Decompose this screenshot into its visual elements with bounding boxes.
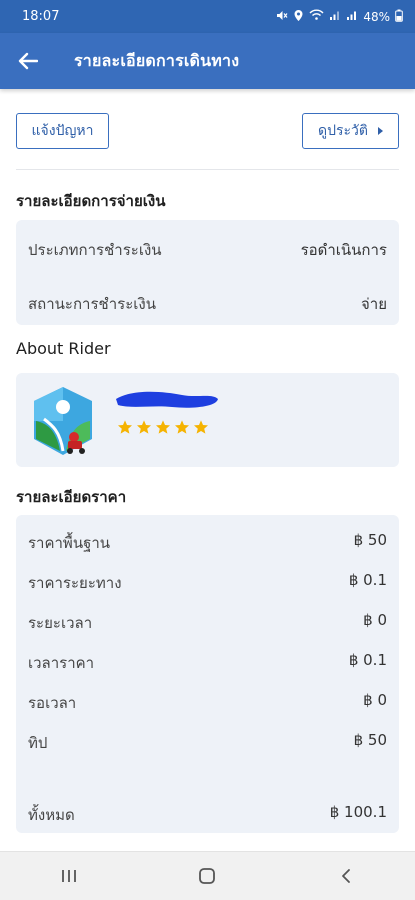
star-icon: [175, 420, 189, 434]
trip-details-content[interactable]: แจ้งปัญหา ดูประวัติ รายละเอียดการจ่ายเงิ…: [0, 89, 415, 851]
report-problem-label: แจ้งปัญหา: [31, 123, 94, 139]
price-row-label: รอเวลา: [28, 694, 77, 712]
price-row-value: ฿ 50: [353, 731, 387, 749]
price-row: ระยะเวลา ฿ 0: [28, 611, 387, 635]
price-row: ทิป ฿ 50: [28, 731, 387, 755]
price-card: ราคาพื้นฐาน ฿ 50 ราคาระยะทาง ฿ 0.1 ระยะเ…: [16, 515, 399, 833]
price-row-value: ฿ 50: [353, 531, 387, 549]
rider-logo-icon: [34, 387, 92, 455]
status-time: 18:07: [22, 9, 60, 24]
status-bar: 18:07 48%: [0, 0, 415, 33]
system-nav-bar: [0, 851, 415, 900]
back-nav-button[interactable]: [316, 856, 376, 896]
price-row: เวลาราคา ฿ 0.1: [28, 651, 387, 675]
battery-icon: [395, 9, 403, 25]
report-problem-button[interactable]: แจ้งปัญหา: [16, 113, 109, 149]
status-icons: 48%: [275, 9, 403, 25]
rider-rating: [117, 419, 209, 435]
back-button[interactable]: [0, 33, 56, 89]
price-row-label: ราคาพื้นฐาน: [28, 534, 111, 552]
price-total-row: ทั้งหมด ฿ 100.1: [28, 803, 387, 827]
mute-icon: [275, 9, 288, 25]
price-row: ราคาระยะทาง ฿ 0.1: [28, 571, 387, 595]
price-row-value: ฿ 0: [363, 611, 387, 629]
home-button[interactable]: [177, 856, 237, 896]
price-row-label: ระยะเวลา: [28, 614, 93, 632]
payment-card: ประเภทการชำระเงิน รอดำเนินการ สถานะการชำ…: [16, 220, 399, 325]
caret-right-icon: [377, 127, 383, 135]
payment-row-label: สถานะการชำระเงิน: [28, 295, 156, 313]
payment-row-label: ประเภทการชำระเงิน: [28, 241, 162, 259]
view-history-label: ดูประวัติ: [318, 123, 368, 139]
signal-icon: [346, 9, 358, 24]
price-row-value: ฿ 0.1: [348, 571, 387, 589]
price-row: รอเวลา ฿ 0: [28, 691, 387, 715]
star-icon: [118, 420, 132, 434]
price-total-value: ฿ 100.1: [329, 803, 387, 821]
payment-row-value: รอดำเนินการ: [300, 241, 387, 259]
arrow-left-icon: [18, 52, 38, 70]
rider-name-redacted: [116, 391, 218, 408]
price-section-title: รายละเอียดราคา: [16, 488, 127, 506]
signal-icon: [329, 9, 341, 24]
wifi-icon: [309, 9, 324, 24]
price-row-label: ทิป: [28, 734, 48, 752]
price-row-label: เวลาราคา: [28, 654, 95, 672]
price-row: ราคาพื้นฐาน ฿ 50: [28, 531, 387, 555]
price-row-value: ฿ 0.1: [348, 651, 387, 669]
chevron-left-icon: [341, 869, 350, 883]
rider-section-title: About Rider: [16, 339, 111, 358]
rider-card: [16, 373, 399, 467]
recent-apps-icon: [62, 870, 77, 882]
payment-row: ประเภทการชำระเงิน รอดำเนินการ: [28, 238, 387, 262]
star-icon: [156, 420, 170, 434]
location-icon: [293, 9, 304, 25]
price-row-label: ราคาระยะทาง: [28, 574, 122, 592]
payment-section-title: รายละเอียดการจ่ายเงิน: [16, 192, 166, 210]
page-title: รายละเอียดการเดินทาง: [74, 50, 240, 70]
divider: [16, 169, 399, 170]
star-icon: [137, 420, 151, 434]
recent-apps-button[interactable]: [39, 856, 99, 896]
price-row-value: ฿ 0: [363, 691, 387, 709]
star-icon: [194, 420, 208, 434]
battery-percent: 48%: [363, 9, 390, 24]
app-bar: รายละเอียดการเดินทาง: [0, 33, 415, 89]
view-history-button[interactable]: ดูประวัติ: [302, 113, 399, 149]
payment-row: สถานะการชำระเงิน จ่าย: [28, 292, 387, 316]
action-buttons: แจ้งปัญหา ดูประวัติ: [16, 113, 399, 149]
payment-row-value: จ่าย: [360, 295, 387, 313]
home-icon: [199, 868, 216, 884]
price-total-label: ทั้งหมด: [28, 806, 75, 824]
